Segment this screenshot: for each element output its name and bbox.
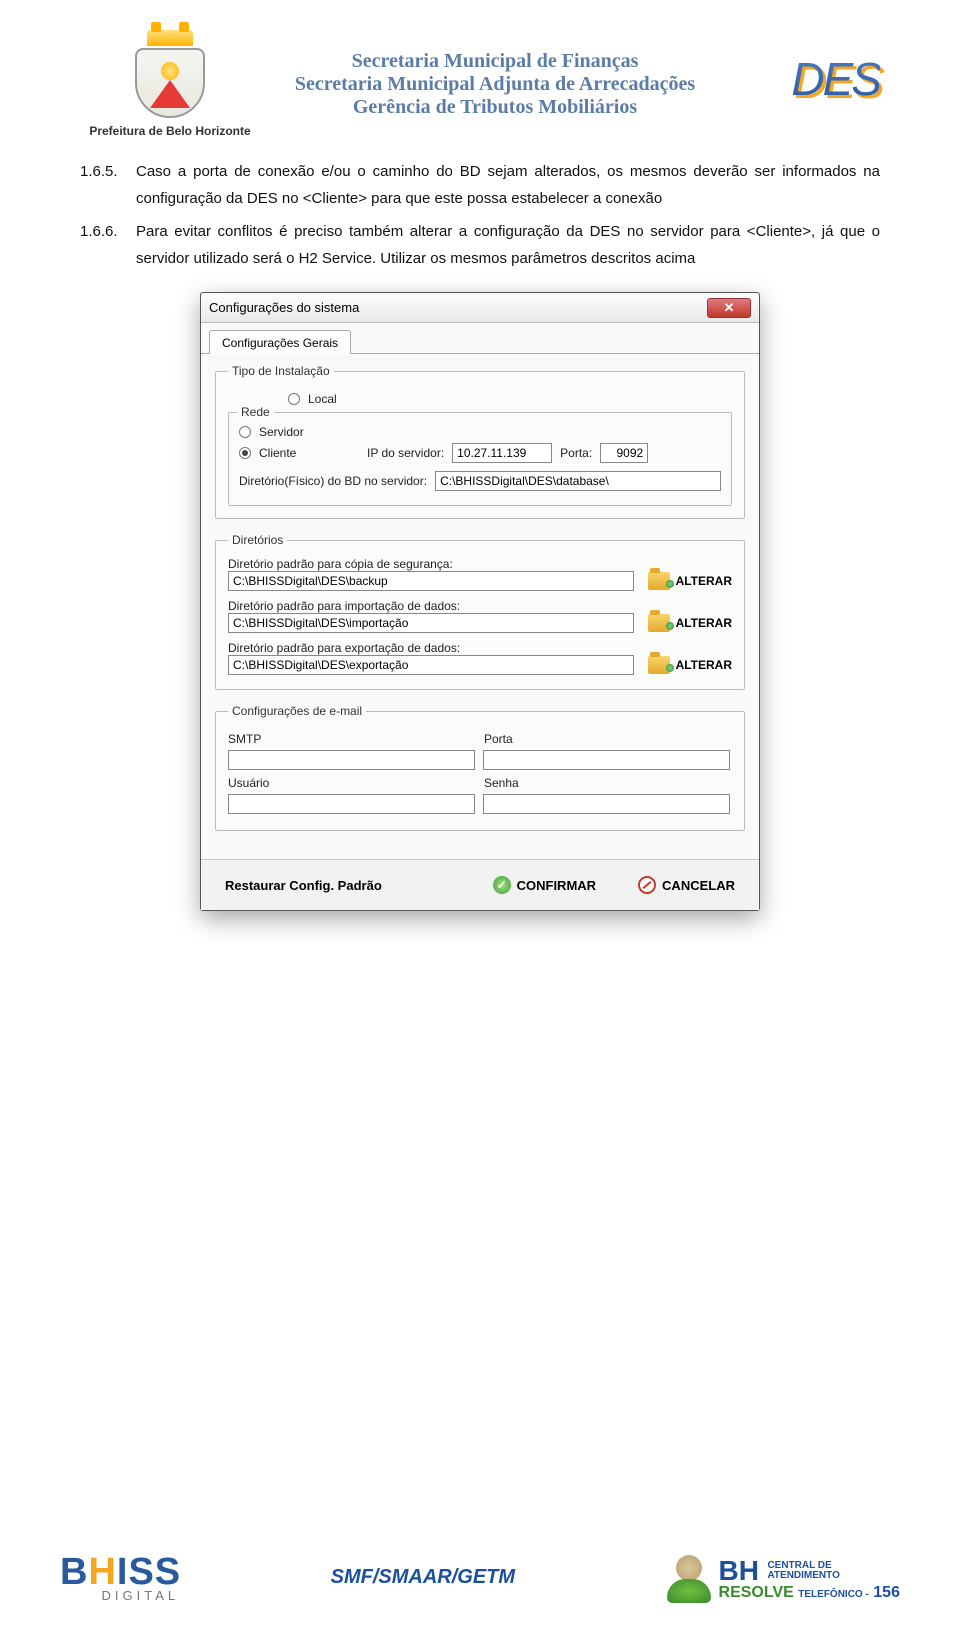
alterar-export-button[interactable]: ALTERAR <box>648 656 732 674</box>
legend-diretorios: Diretórios <box>228 533 287 547</box>
alterar-import-button[interactable]: ALTERAR <box>648 614 732 632</box>
confirmar-label: CONFIRMAR <box>517 878 596 893</box>
restaurar-label: Restaurar Config. Padrão <box>225 878 382 893</box>
cancelar-label: CANCELAR <box>662 878 735 893</box>
person-icon <box>665 1555 713 1603</box>
label-ip: IP do servidor: <box>367 446 444 460</box>
item-number: 1.6.5. <box>80 158 136 212</box>
header-line3: Gerência de Tributos Mobiliários <box>260 96 730 119</box>
alterar-backup-button[interactable]: ALTERAR <box>648 572 732 590</box>
dialog-titlebar[interactable]: Configurações do sistema ✕ <box>201 293 759 323</box>
label-servidor: Servidor <box>259 425 304 439</box>
label-email-porta: Porta <box>484 732 732 746</box>
body-text: 1.6.5. Caso a porta de conexão e/ou o ca… <box>80 158 880 272</box>
dialog-title: Configurações do sistema <box>209 300 359 315</box>
atendimento-text: ATENDIMENTO <box>767 1571 839 1581</box>
label-local: Local <box>308 392 337 406</box>
dialog-tabs: Configurações Gerais <box>201 323 759 353</box>
config-dialog: Configurações do sistema ✕ Configurações… <box>200 292 760 911</box>
alterar-label: ALTERAR <box>676 658 732 672</box>
des-logo: DES DES <box>730 52 880 117</box>
input-backup[interactable]: C:\BHISSDigital\DES\backup <box>228 571 634 591</box>
footer-center: SMF/SMAAR/GETM <box>331 1566 515 1589</box>
item-text: Caso a porta de conexão e/ou o caminho d… <box>136 158 880 212</box>
close-icon: ✕ <box>724 300 735 316</box>
restaurar-button[interactable]: Restaurar Config. Padrão <box>219 876 388 895</box>
bhiss-logo: BHISS DIGITAL <box>60 1551 181 1603</box>
folder-icon <box>648 614 670 632</box>
fieldset-diretorios: Diretórios Diretório padrão para cópia d… <box>215 533 745 690</box>
input-usuario[interactable] <box>228 794 475 814</box>
confirmar-button[interactable]: ✓ CONFIRMAR <box>487 874 602 896</box>
fone-text: 156 <box>873 1584 900 1601</box>
telefonico-text: TELEFÔNICO - <box>798 1589 869 1600</box>
coat-of-arms-icon <box>125 30 215 120</box>
list-item: 1.6.6. Para evitar conflitos é preciso t… <box>80 218 880 272</box>
cancelar-button[interactable]: CANCELAR <box>632 874 741 896</box>
label-usuario: Usuário <box>228 776 476 790</box>
alterar-label: ALTERAR <box>676 616 732 630</box>
radio-cliente[interactable] <box>239 447 251 459</box>
page-header: Prefeitura de Belo Horizonte Secretaria … <box>80 30 880 138</box>
legend-rede: Rede <box>237 405 274 419</box>
label-senha: Senha <box>484 776 732 790</box>
prefeitura-logo: Prefeitura de Belo Horizonte <box>80 30 260 138</box>
input-ip[interactable]: 10.27.11.139 <box>452 443 552 463</box>
bh-text: BH <box>719 1557 759 1585</box>
fieldset-email: Configurações de e-mail SMTP Porta Usuár… <box>215 704 745 831</box>
folder-icon <box>648 656 670 674</box>
input-email-porta[interactable] <box>483 750 730 770</box>
check-icon: ✓ <box>493 876 511 894</box>
label-dirbd: Diretório(Físico) do BD no servidor: <box>239 474 427 488</box>
legend-tipo: Tipo de Instalação <box>228 364 334 378</box>
input-senha[interactable] <box>483 794 730 814</box>
header-line2: Secretaria Municipal Adjunta de Arrecada… <box>260 73 730 96</box>
input-porta[interactable]: 9092 <box>600 443 648 463</box>
label-porta: Porta: <box>560 446 592 460</box>
list-item: 1.6.5. Caso a porta de conexão e/ou o ca… <box>80 158 880 212</box>
input-export[interactable]: C:\BHISSDigital\DES\exportação <box>228 655 634 675</box>
prefeitura-text: Prefeitura de Belo Horizonte <box>80 124 260 138</box>
alterar-label: ALTERAR <box>676 574 732 588</box>
cancel-icon <box>638 876 656 894</box>
dialog-body: Tipo de Instalação Local Rede Servidor C… <box>201 353 759 859</box>
resolve-logo: BH CENTRAL DE ATENDIMENTO RESOLVE TELEFÔ… <box>665 1555 900 1603</box>
label-cliente: Cliente <box>259 446 319 460</box>
label-smtp: SMTP <box>228 732 476 746</box>
close-button[interactable]: ✕ <box>707 298 751 318</box>
input-import[interactable]: C:\BHISSDigital\DES\importação <box>228 613 634 633</box>
legend-email: Configurações de e-mail <box>228 704 366 718</box>
fieldset-rede: Rede Servidor Cliente IP do servidor: 10… <box>228 412 732 506</box>
page-footer: BHISS DIGITAL SMF/SMAAR/GETM BH CENTRAL … <box>60 1551 900 1603</box>
item-number: 1.6.6. <box>80 218 136 272</box>
input-dirbd[interactable]: C:\BHISSDigital\DES\database\ <box>435 471 721 491</box>
bhiss-text: BHISS <box>60 1551 181 1593</box>
header-title: Secretaria Municipal de Finanças Secreta… <box>260 50 730 119</box>
radio-servidor[interactable] <box>239 426 251 438</box>
input-smtp[interactable] <box>228 750 475 770</box>
item-text: Para evitar conflitos é preciso também a… <box>136 218 880 272</box>
des-logo-text: DES <box>791 52 880 106</box>
fieldset-tipo-instalacao: Tipo de Instalação Local Rede Servidor C… <box>215 364 745 519</box>
resolve-text: RESOLVE <box>719 1584 794 1601</box>
tab-config-gerais[interactable]: Configurações Gerais <box>209 330 351 354</box>
radio-local[interactable] <box>288 393 300 405</box>
folder-icon <box>648 572 670 590</box>
header-line1: Secretaria Municipal de Finanças <box>260 50 730 73</box>
dialog-footer: Restaurar Config. Padrão ✓ CONFIRMAR CAN… <box>201 859 759 910</box>
